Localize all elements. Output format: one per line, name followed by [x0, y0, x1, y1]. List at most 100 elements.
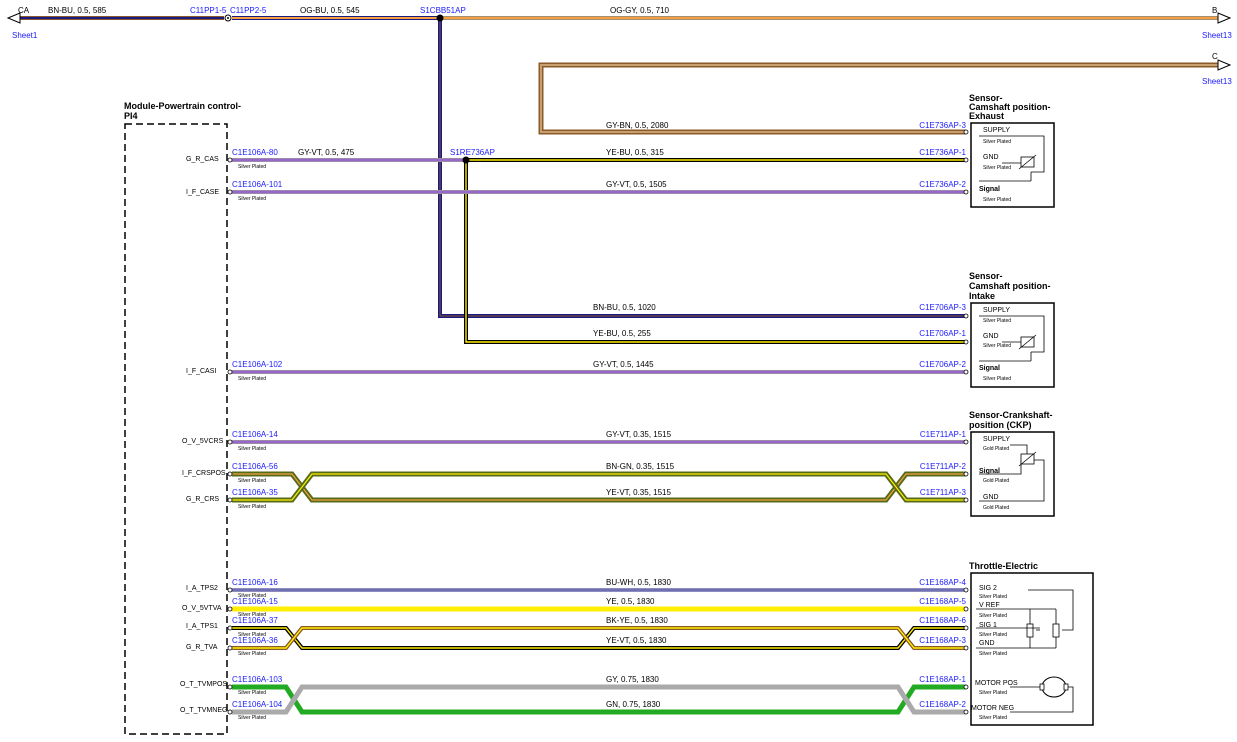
plating-label: Silver Plated	[238, 504, 266, 510]
wire-label: OG-BU, 0.5, 545	[300, 6, 360, 15]
plating-label: Silver Plated	[238, 196, 266, 202]
plating-label: Silver Plated	[238, 446, 266, 452]
pin-name: GND	[979, 640, 995, 647]
connector-label[interactable]: C1E106A-101	[232, 180, 283, 189]
connector-label[interactable]: C1E106A-16	[232, 578, 278, 587]
plating-label: Silver Plated	[983, 376, 1011, 382]
connector-label[interactable]: C1E706AP-1	[919, 329, 966, 338]
pin-name: V REF	[979, 602, 1000, 609]
connector-label[interactable]: C1E106A-102	[232, 360, 283, 369]
plating-label: Silver Plated	[238, 612, 266, 618]
component-title: Throttle-Electric	[969, 561, 1038, 571]
wire-labels: GY-VT, 0.5, 475 S1RE736AP YE-BU, 0.5, 31…	[298, 148, 675, 709]
connector-label[interactable]: C1E736AP-2	[919, 180, 966, 189]
connector-label[interactable]: C1E168AP-2	[919, 700, 966, 709]
plating-label: Silver Plated	[238, 164, 266, 170]
wire-label: YE-BU, 0.5, 255	[593, 329, 651, 338]
pin-label: I_A_TPS1	[186, 623, 218, 630]
connector-label[interactable]: C1E106A-14	[232, 430, 278, 439]
connector-label[interactable]: C1E711AP-1	[920, 430, 967, 439]
component-title: Camshaft position-	[969, 281, 1051, 291]
connector-label[interactable]: C1E106A-35	[232, 488, 278, 497]
connector-label[interactable]: C1E106A-103	[232, 675, 283, 684]
plating-label: Silver Plated	[979, 632, 1007, 638]
plating-label: Silver Plated	[238, 690, 266, 696]
splice-label[interactable]: S1RE736AP	[450, 148, 495, 157]
plating-label: Silver Plated	[983, 165, 1011, 171]
plating-label: Silver Plated	[979, 690, 1007, 696]
wire-label: GY-VT, 0.5, 1505	[606, 180, 667, 189]
connector-label[interactable]: C1E106A-80	[232, 148, 278, 157]
plating-label: Silver Plated	[238, 376, 266, 382]
left-sheet-link[interactable]: Sheet1	[12, 31, 38, 40]
sensor-camshaft-intake: Sensor- Camshaft position- Intake SUPPLY…	[969, 271, 1055, 388]
wire-label: BN-GN, 0.35, 1515	[606, 462, 675, 471]
wire-label: BU-WH, 0.5, 1830	[606, 578, 671, 587]
plating-label: Silver Plated	[238, 593, 266, 599]
component-title: Sensor-Crankshaft-	[969, 410, 1053, 420]
wire-label: YE, 0.5, 1830	[606, 597, 655, 606]
connector-label[interactable]: C11PP1-5	[190, 6, 227, 15]
plating-label: Silver Plated	[983, 343, 1011, 349]
connector-label[interactable]: C1E168AP-1	[919, 675, 966, 684]
pin-label: O_T_TVMPOS	[180, 681, 227, 688]
connector-label[interactable]: C1E168AP-6	[919, 616, 966, 625]
pin-name: Signal	[979, 186, 1000, 193]
pin-label: I_F_CRSPOS	[182, 470, 226, 477]
pin-name: SIG 2	[979, 585, 997, 592]
connector-label[interactable]: C1E106A-56	[232, 462, 278, 471]
wire-label: YE-BU, 0.5, 315	[606, 148, 664, 157]
plating-label: Silver Plated	[238, 632, 266, 638]
wire-label: GY-VT, 0.5, 1445	[593, 360, 654, 369]
connector-label[interactable]: C1E168AP-3	[919, 636, 966, 645]
plating-label: Silver Plated	[238, 651, 266, 657]
sensor-crankshaft: Sensor-Crankshaft- position (CKP) SUPPLY…	[969, 410, 1055, 517]
plating-label: Silver Plated	[983, 139, 1011, 145]
pin-label: I_F_CASI	[186, 368, 216, 375]
component-title: Intake	[969, 291, 995, 301]
arrow-right-icon	[1217, 59, 1232, 71]
pin-name: GND	[983, 333, 999, 340]
pin-name: MOTOR NEG	[971, 705, 1014, 712]
connector-label[interactable]: C11PP2-5	[230, 6, 267, 15]
pin-name: MOTOR POS	[975, 680, 1018, 687]
connector-label[interactable]: C1E736AP-3	[919, 121, 966, 130]
plating-label: Silver Plated	[983, 197, 1011, 203]
component-title: position (CKP)	[969, 420, 1032, 430]
connector-label[interactable]: C1E168AP-4	[919, 578, 966, 587]
splice-label[interactable]: S1CBB51AP	[420, 6, 466, 15]
plating-label: Silver Plated	[983, 318, 1011, 324]
wires	[227, 129, 969, 715]
motor-icon	[1041, 676, 1067, 698]
pin-label: O_V_5VCRS	[182, 438, 224, 445]
pin-name: SUPPLY	[983, 307, 1010, 314]
connector-label[interactable]: C1E168AP-5	[919, 597, 966, 606]
connector-label[interactable]: C1E706AP-2	[919, 360, 966, 369]
plating-label: Gold Plated	[983, 505, 1009, 511]
arrow-right-icon	[1217, 12, 1232, 24]
connector-label[interactable]: C1E711AP-2	[920, 462, 967, 471]
throttle-electric: Throttle-Electric SIG 2 Silver Plated V …	[969, 561, 1094, 726]
wire-label: BK-YE, 0.5, 1830	[606, 616, 668, 625]
splice-dot	[462, 156, 470, 164]
right-sheet-link[interactable]: Sheet13	[1202, 31, 1232, 40]
connector-label[interactable]: C1E706AP-3	[919, 303, 966, 312]
pin-label: G_R_CAS	[186, 156, 219, 163]
module-pcm: Module-Powertrain control- PI4 G_R_CAS I…	[124, 101, 241, 735]
plating-label: Silver Plated	[979, 613, 1007, 619]
potentiometer-icon	[1052, 623, 1060, 638]
connector-label[interactable]: C1E106A-104	[232, 700, 283, 709]
wire-label: GN, 0.75, 1830	[606, 700, 661, 709]
pin-label: G_R_TVA	[186, 644, 218, 651]
sensor-camshaft-exhaust: Sensor- Camshaft position- Exhaust SUPPL…	[969, 93, 1055, 208]
wire-label: GY-BN, 0.5, 2080	[606, 121, 669, 130]
connector-label[interactable]: C1E711AP-3	[920, 488, 967, 497]
plating-label: Silver Plated	[979, 594, 1007, 600]
connector-label[interactable]: C1E736AP-1	[919, 148, 966, 157]
pin-label: O_V_5VTVA	[182, 605, 222, 612]
pin-label: I_A_TPS2	[186, 585, 218, 592]
wire-label: YE-VT, 0.5, 1830	[606, 636, 667, 645]
wire-label: GY, 0.75, 1830	[606, 675, 659, 684]
plating-label: Gold Plated	[983, 478, 1009, 484]
right-sheet-link[interactable]: Sheet13	[1202, 77, 1232, 86]
